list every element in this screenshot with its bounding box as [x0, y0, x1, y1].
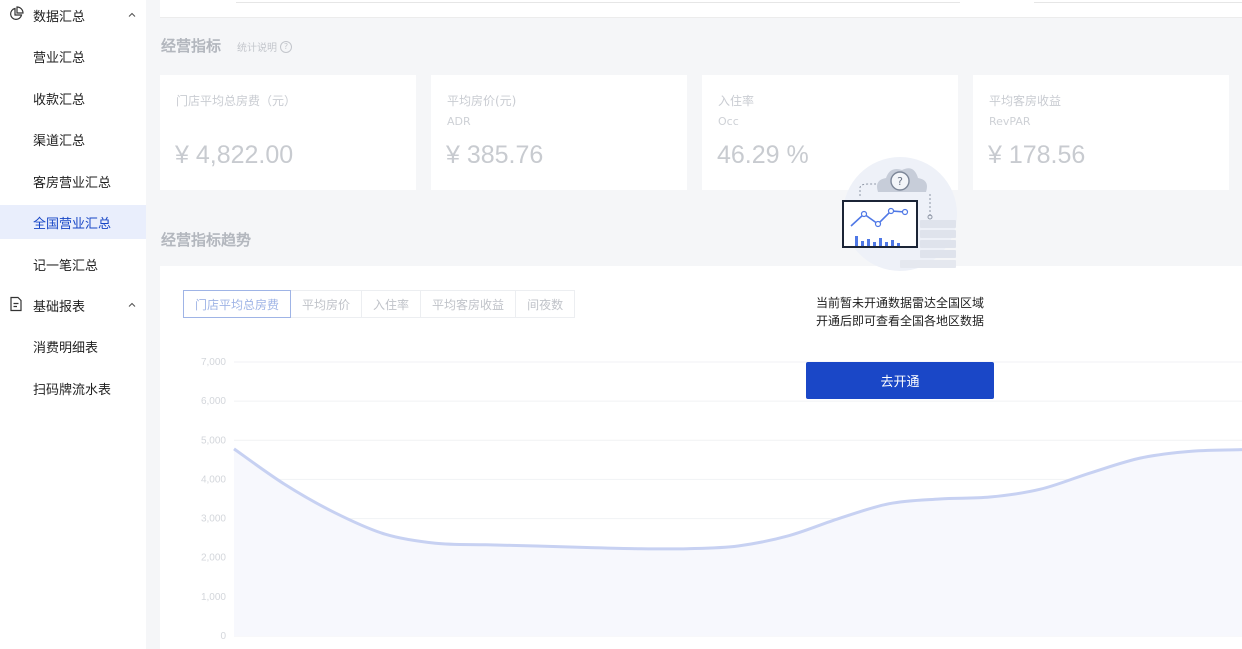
metric-label: 门店平均总房费（元）: [176, 94, 297, 108]
chevron-up-icon[interactable]: [126, 9, 138, 21]
message-line: 开通后即可查看全国各地区数据: [815, 314, 984, 328]
metric-card: 平均房价(元) ADR ¥ 385.76: [431, 75, 687, 190]
sidebar-item-record-summary[interactable]: 记一笔汇总: [0, 247, 146, 281]
tab-avg-total-room-fee[interactable]: 门店平均总房费: [183, 290, 292, 318]
sidebar-group-label: 基础报表: [33, 299, 86, 315]
sidebar-item-business-summary[interactable]: 营业汇总: [0, 39, 146, 73]
y-tick-label: 0: [220, 631, 226, 642]
metric-sublabel: Occ: [718, 115, 739, 128]
sidebar-item-national-summary[interactable]: 全国营业汇总: [0, 205, 146, 239]
chevron-up-icon[interactable]: [126, 299, 138, 311]
metric-card: 平均客房收益 RevPAR ¥ 178.56: [973, 75, 1229, 190]
activate-button[interactable]: 去开通: [806, 362, 994, 399]
metric-label: 平均客房收益: [989, 94, 1062, 108]
main-content: 经营指标 统计说明 ? 门店平均总房费（元） ¥ 4,822.00 平均房价(元…: [146, 0, 1242, 649]
question-icon: ?: [280, 40, 292, 53]
trend-title: 经营指标趋势: [161, 231, 252, 249]
y-tick-label: 5,000: [201, 435, 226, 446]
filter-field[interactable]: [1034, 0, 1242, 3]
metric-value: ¥ 4,822.00: [175, 141, 294, 169]
sidebar-item-consumption-detail[interactable]: 消费明细表: [0, 329, 146, 363]
svg-text:?: ?: [897, 175, 903, 188]
sidebar-item-payment-summary[interactable]: 收款汇总: [0, 81, 146, 115]
filter-strip: [160, 0, 1242, 18]
not-activated-message: 当前暂未开通数据雷达全国区域 开通后即可查看全国各地区数据: [756, 294, 1044, 330]
metric-label: 平均房价(元): [447, 94, 517, 108]
metric-value: ¥ 178.56: [988, 141, 1086, 169]
pie-chart-icon: [10, 6, 24, 20]
metric-value: ¥ 385.76: [446, 141, 544, 169]
metric-card: 门店平均总房费（元） ¥ 4,822.00: [160, 75, 416, 190]
sidebar-item-channel-summary[interactable]: 渠道汇总: [0, 122, 146, 156]
y-tick-label: 3,000: [201, 514, 226, 525]
metrics-title: 经营指标: [161, 37, 222, 55]
y-tick-label: 4,000: [201, 474, 226, 485]
metric-sublabel: RevPAR: [989, 115, 1031, 128]
series-area: [234, 448, 1242, 636]
y-tick-label: 2,000: [201, 553, 226, 564]
metric-label: 入住率: [718, 94, 755, 108]
message-line: 当前暂未开通数据雷达全国区域: [815, 296, 984, 310]
y-tick-label: 1,000: [201, 592, 226, 603]
metric-sublabel: ADR: [447, 115, 471, 128]
filter-field[interactable]: [236, 0, 960, 3]
y-tick-label: 7,000: [201, 357, 226, 368]
trend-chart: 0 1,000 2,000 3,000 4,000 5,000 6,000 7,000: [201, 357, 1242, 642]
stats-note-link[interactable]: 统计说明 ?: [237, 39, 292, 54]
sidebar-group-label: 数据汇总: [33, 9, 86, 25]
document-icon: [10, 296, 22, 312]
sidebar-group-basic-reports[interactable]: 基础报表: [0, 288, 146, 322]
y-tick-label: 6,000: [201, 396, 226, 407]
sidebar-item-room-summary[interactable]: 客房营业汇总: [0, 164, 146, 198]
trend-panel: 门店平均总房费 平均房价 入住率 平均客房收益 间夜数 0 1,000 2,000 3…: [160, 266, 1242, 649]
sidebar-group-data-summary[interactable]: 数据汇总: [0, 0, 146, 32]
sidebar-item-qr-flow[interactable]: 扫码牌流水表: [0, 371, 146, 405]
metric-value: 46.29 %: [717, 141, 809, 169]
sidebar: 数据汇总 营业汇总 收款汇总 渠道汇总 客房营业汇总 全国营业汇总 记一笔汇总 …: [0, 0, 146, 649]
data-radar-illustration-icon: ?: [842, 157, 957, 271]
